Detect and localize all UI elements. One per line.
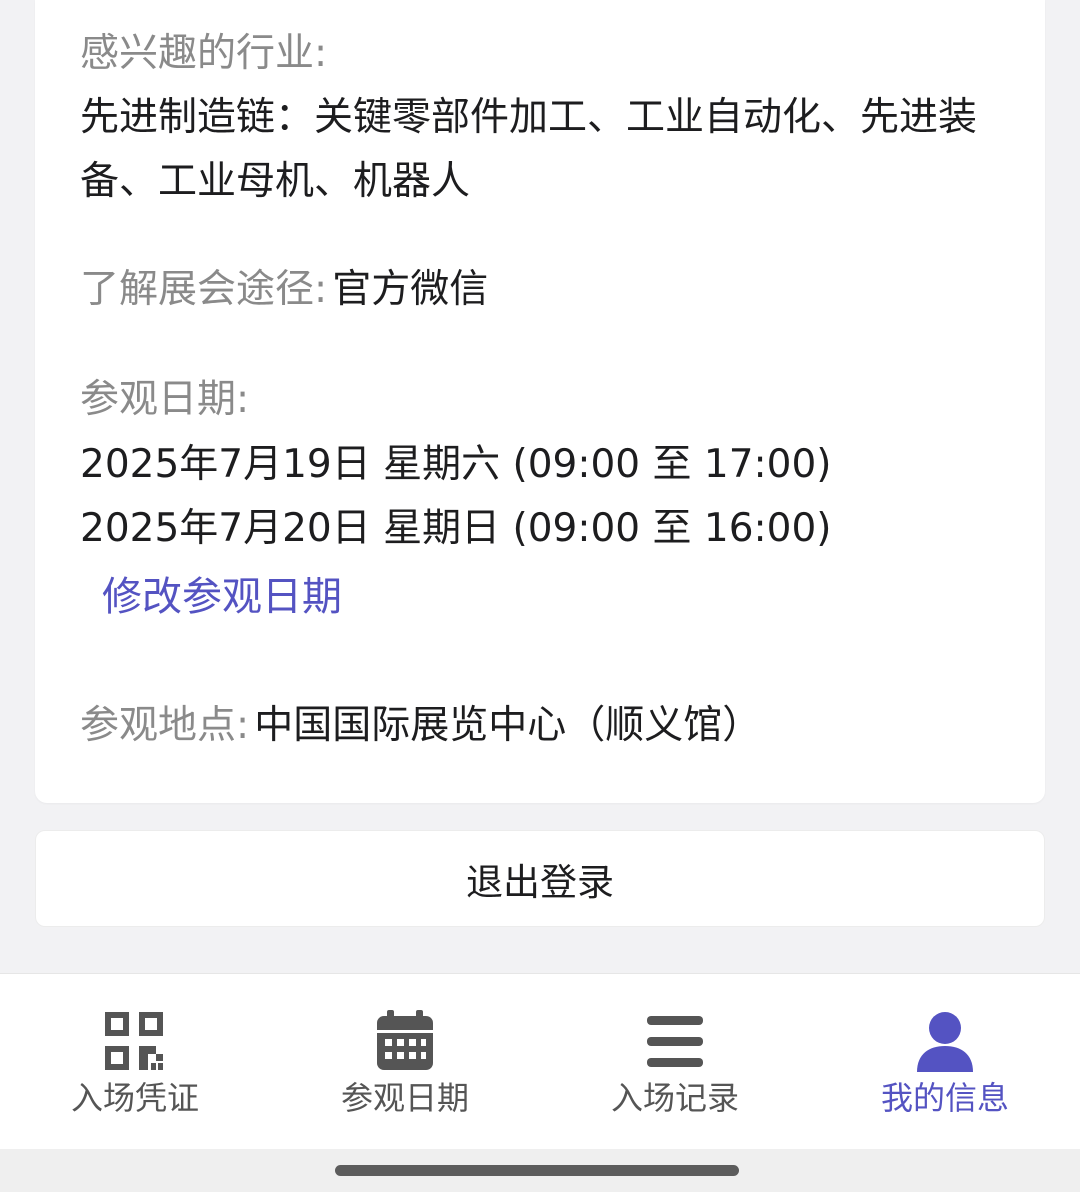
venue-row: 参观地点: 中国国际展览中心（顺义馆） bbox=[80, 702, 761, 750]
channel-value: 官方微信 bbox=[332, 267, 489, 312]
nav-label-my-info: 我的信息 bbox=[880, 1079, 1009, 1117]
nav-item-visit-date[interactable]: 参观日期 bbox=[305, 974, 505, 1150]
page: 感兴趣的行业: 先进制造链：关键零部件加工、工业自动化、先进装备、工业母机、机器… bbox=[0, 0, 1080, 1192]
system-gesture-area bbox=[0, 1149, 1080, 1192]
nav-item-entry-records[interactable]: 入场记录 bbox=[575, 974, 775, 1150]
industry-label: 感兴趣的行业: bbox=[80, 31, 328, 76]
venue-value: 中国国际展览中心（顺义馆） bbox=[254, 703, 762, 748]
visit-date-label: 参观日期: bbox=[80, 377, 250, 422]
nav-item-my-info[interactable]: 我的信息 bbox=[845, 974, 1045, 1150]
bottom-nav: 入场凭证 参观日期 入场记录 我的信息 bbox=[0, 973, 1080, 1149]
nav-label-entry-records: 入场记录 bbox=[610, 1079, 739, 1117]
list-icon bbox=[643, 1010, 707, 1072]
qr-code-icon bbox=[103, 1010, 167, 1072]
nav-item-entry-pass[interactable]: 入场凭证 bbox=[35, 974, 235, 1150]
logout-button[interactable]: 退出登录 bbox=[35, 830, 1045, 927]
user-icon bbox=[913, 1010, 977, 1072]
visit-date-1: 2025年7月19日 星期六 (09:00 至 17:00) bbox=[80, 442, 832, 487]
nav-label-entry-pass: 入场凭证 bbox=[70, 1079, 199, 1117]
channel-row: 了解展会途径: 官方微信 bbox=[80, 266, 488, 314]
home-indicator[interactable] bbox=[335, 1165, 739, 1176]
venue-label: 参观地点: bbox=[80, 703, 250, 748]
modify-visit-date-link[interactable]: 修改参观日期 bbox=[102, 571, 342, 623]
nav-label-visit-date: 参观日期 bbox=[340, 1079, 469, 1117]
channel-label: 了解展会途径: bbox=[80, 267, 328, 312]
industry-value: 先进制造链：关键零部件加工、工业自动化、先进装备、工业母机、机器人 bbox=[80, 95, 978, 204]
calendar-icon bbox=[373, 1010, 437, 1072]
visit-date-2: 2025年7月20日 星期日 (09:00 至 16:00) bbox=[80, 506, 832, 551]
visitor-info-card: 感兴趣的行业: 先进制造链：关键零部件加工、工业自动化、先进装备、工业母机、机器… bbox=[35, 0, 1045, 803]
